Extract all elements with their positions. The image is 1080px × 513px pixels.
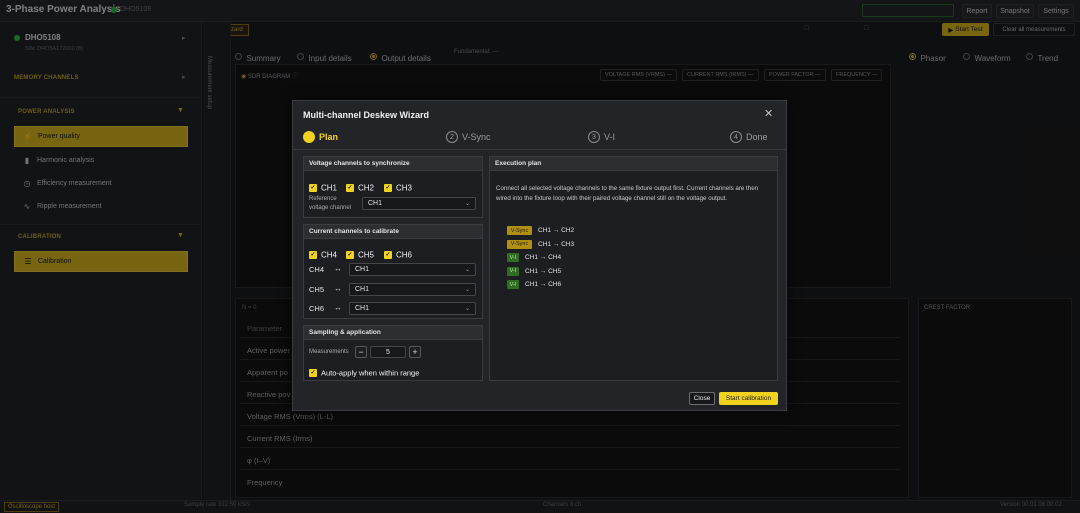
checkbox-ch1[interactable]: ✓ CH1	[309, 179, 337, 197]
chevron-down-icon: ⌄	[464, 287, 470, 293]
pair-select-ch6[interactable]: CH1 ⌄	[349, 302, 476, 315]
plan-section-title: Execution plan	[490, 157, 777, 171]
pair-channel-label: CH4	[309, 265, 325, 274]
checkmark-icon: ✓	[309, 250, 317, 259]
plan-step-text: CH1 → CH2	[538, 227, 575, 234]
close-button[interactable]: Close	[689, 392, 715, 405]
close-icon[interactable]: ✕	[764, 107, 773, 120]
reference-label-line2: voltage channel	[309, 205, 352, 211]
plan-step-badge: V-Sync	[507, 226, 532, 235]
plan-step-item: V-I CH1 → CH5	[507, 266, 562, 276]
sampling-section-title: Sampling & application	[304, 326, 482, 340]
pair-select-ch5[interactable]: CH1 ⌄	[349, 283, 476, 296]
auto-apply-checkbox[interactable]: ✓ Auto-apply when within range	[309, 364, 419, 382]
plan-step-badge: V-I	[507, 266, 519, 276]
checkmark-icon: ✓	[309, 183, 317, 192]
current-section-title: Current channels to calibrate	[304, 225, 482, 239]
step-indicator	[303, 131, 315, 143]
divider	[293, 149, 786, 150]
pair-select-ch4[interactable]: CH1 ⌄	[349, 263, 476, 276]
plan-step-item: V-I CH1 → CH4	[507, 253, 561, 262]
step-done: 4 Done	[730, 131, 768, 143]
dialog-title: Multi-channel Deskew Wizard	[303, 110, 429, 120]
increment-button[interactable]: +	[409, 346, 421, 358]
plan-step-text: CH1 → CH6	[525, 281, 562, 288]
reference-channel-select[interactable]: CH1 ⌄	[362, 197, 476, 210]
decrement-button[interactable]: −	[355, 346, 367, 358]
checkbox-ch3[interactable]: ✓ CH3	[384, 179, 412, 197]
checkmark-icon: ✓	[309, 368, 317, 377]
checkmark-icon: ✓	[346, 250, 354, 259]
link-arrow-icon: ↔	[334, 303, 342, 312]
pair-channel-label: CH5	[309, 285, 325, 294]
checkmark-icon: ✓	[346, 183, 354, 192]
plan-description: Connect all selected voltage channels to…	[496, 185, 759, 202]
chevron-down-icon: ⌄	[464, 201, 470, 207]
chevron-down-icon: ⌄	[464, 306, 470, 312]
pair-channel-label: CH6	[309, 304, 325, 313]
deskew-wizard-dialog: Multi-channel Deskew Wizard ✕ Plan 2 V-Sy…	[292, 100, 787, 411]
voltage-section-title: Voltage channels to synchronize	[304, 157, 482, 171]
plan-step-item: V-Sync CH1 → CH2	[507, 226, 574, 235]
checkbox-ch6[interactable]: ✓ CH6	[384, 246, 412, 264]
plan-step-text: CH1 → CH5	[525, 267, 562, 275]
reference-label-line1: Reference	[309, 196, 337, 202]
chevron-down-icon: ⌄	[464, 267, 470, 273]
checkbox-ch5[interactable]: ✓ CH5	[346, 246, 374, 264]
measurements-label: Measurements	[309, 349, 349, 355]
checkbox-ch2[interactable]: ✓ CH2	[346, 179, 374, 197]
step-vsync: 2 V-Sync	[446, 131, 491, 143]
current-channels-box: Current channels to calibrate ✓ CH4 ✓ CH5 …	[303, 224, 483, 319]
link-arrow-icon: ↔	[334, 264, 342, 273]
plan-step-badge: V-I	[507, 280, 519, 289]
plan-step-item: V-Sync CH1 → CH3	[507, 239, 575, 249]
voltage-channels-box: Voltage channels to synchronize ✓ CH1 ✓ CH…	[303, 156, 483, 218]
sampling-box: Sampling & application Measurements − 5 …	[303, 325, 483, 381]
step-plan: Plan	[303, 131, 338, 143]
checkmark-icon: ✓	[384, 250, 392, 259]
link-arrow-icon: ↔	[334, 284, 342, 293]
plan-step-badge: V-Sync	[507, 239, 532, 249]
plan-step-text: CH1 → CH3	[538, 240, 575, 248]
checkmark-icon: ✓	[384, 183, 392, 192]
plan-step-item: V-I CH1 → CH6	[507, 280, 561, 289]
plan-step-text: CH1 → CH4	[525, 254, 562, 261]
step-vi: 3 V-I	[588, 131, 615, 143]
step-indicator: 2	[446, 131, 458, 143]
measurements-input[interactable]: 5	[370, 346, 406, 358]
plan-step-badge: V-I	[507, 253, 519, 262]
start-calibration-button[interactable]: Start calibration	[719, 392, 778, 405]
step-indicator: 4	[730, 131, 742, 143]
checkbox-ch4[interactable]: ✓ CH4	[309, 246, 337, 264]
execution-plan-box: Execution plan Connect all selected volt…	[489, 156, 778, 381]
step-indicator: 3	[588, 131, 600, 143]
